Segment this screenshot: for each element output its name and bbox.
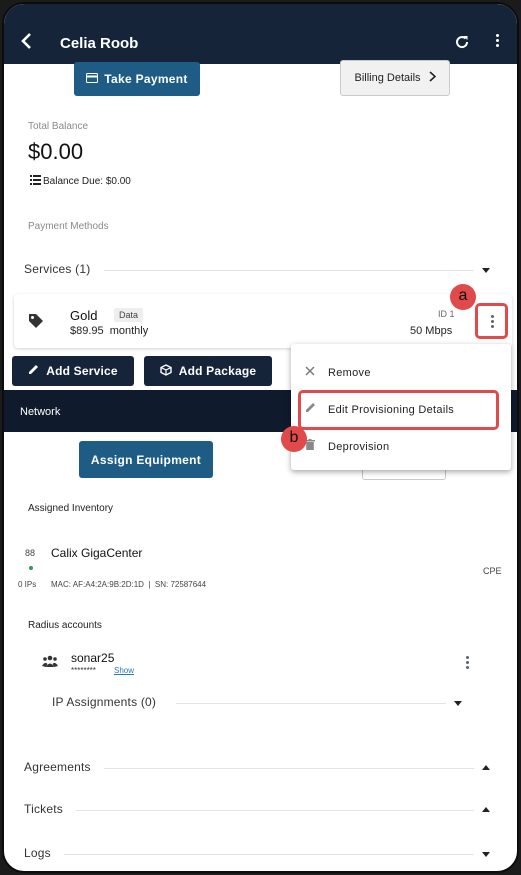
app-frame: Celia Roob Take Payment Billing Details …: [2, 2, 519, 873]
logs-title: Logs: [24, 846, 51, 860]
more-options-icon[interactable]: [496, 34, 499, 49]
billing-details-label: Billing Details: [354, 72, 421, 84]
agreements-toggle-icon[interactable]: [482, 765, 490, 770]
assign-equipment-button[interactable]: Assign Equipment: [79, 441, 213, 478]
agreements-section-header[interactable]: Agreements: [24, 758, 492, 778]
total-balance-value: $0.00: [28, 139, 84, 164]
annotation-badge-a: a: [450, 284, 476, 310]
service-period: monthly: [109, 325, 149, 337]
refresh-icon[interactable]: [454, 34, 470, 55]
close-icon: [305, 365, 315, 379]
radius-username: sonar25: [71, 651, 115, 665]
balance-due: Balance Due: $0.00: [30, 175, 131, 188]
total-balance-label: Total Balance: [28, 121, 89, 132]
logs-toggle-icon[interactable]: [482, 852, 490, 857]
network-title: Network: [20, 406, 61, 418]
inventory-details: MAC: AF:A4:2A:9B:2D:1D | SN: 72587644: [51, 580, 207, 589]
app-header: Celia Roob: [4, 4, 517, 64]
inventory-ips: 0 IPs: [18, 580, 37, 589]
assign-equipment-label: Assign Equipment: [90, 452, 202, 467]
services-section-header[interactable]: Services (1): [24, 260, 492, 280]
menu-item-label: Remove: [328, 367, 371, 379]
tickets-title: Tickets: [24, 802, 63, 816]
menu-item-remove[interactable]: Remove: [291, 358, 511, 388]
page-title: Celia Roob: [60, 35, 139, 52]
list-icon: [30, 175, 41, 188]
billing-details-button[interactable]: Billing Details: [340, 60, 450, 96]
pencil-icon: [28, 364, 39, 378]
payment-methods-label: Payment Methods: [28, 221, 109, 232]
credit-card-icon: [86, 72, 99, 86]
service-speed: 50 Mbps: [410, 325, 453, 337]
tickets-toggle-icon[interactable]: [482, 807, 490, 812]
annotation-highlight-a: [475, 303, 508, 339]
service-id: ID 1: [438, 309, 455, 319]
menu-item-label: Deprovision: [328, 441, 390, 453]
service-name: Gold: [70, 308, 98, 323]
take-payment-button[interactable]: Take Payment: [74, 62, 200, 96]
annotation-badge-b: b: [281, 426, 307, 452]
box-icon: [160, 363, 172, 379]
inventory-type: CPE: [483, 566, 502, 576]
ip-assignments-toggle-icon[interactable]: [454, 701, 462, 706]
take-payment-label: Take Payment: [104, 72, 188, 86]
back-arrow-icon[interactable]: [20, 32, 32, 54]
tickets-section-header[interactable]: Tickets: [24, 800, 492, 820]
ip-assignments-section-header[interactable]: IP Assignments (0): [52, 693, 472, 713]
add-service-button[interactable]: Add Service: [12, 356, 134, 386]
menu-item-deprovision[interactable]: Deprovision: [291, 432, 511, 462]
chevron-right-icon: [428, 71, 436, 85]
radius-accounts-title: Radius accounts: [28, 620, 102, 631]
users-group-icon: [42, 655, 58, 673]
service-tag: Data: [114, 308, 144, 322]
service-price-value: $89.95: [70, 325, 104, 337]
annotation-highlight-b: [298, 390, 499, 430]
add-service-label: Add Service: [46, 364, 118, 378]
services-title: Services (1): [24, 262, 91, 276]
radius-password: ********: [71, 666, 96, 675]
logs-section-header[interactable]: Logs: [24, 844, 492, 864]
add-package-button[interactable]: Add Package: [144, 356, 272, 386]
price-tag-icon: [28, 313, 44, 334]
ip-assignments-title: IP Assignments (0): [52, 695, 157, 709]
inventory-name[interactable]: Calix GigaCenter: [51, 546, 142, 560]
services-toggle-icon[interactable]: [482, 268, 490, 273]
service-price: $89.95 monthly: [70, 325, 148, 337]
service-card: Gold Data $89.95 monthly ID 1 50 Mbps: [14, 294, 512, 348]
agreements-title: Agreements: [24, 760, 91, 774]
assigned-inventory-title: Assigned Inventory: [28, 503, 114, 514]
add-package-label: Add Package: [178, 364, 257, 378]
inventory-number: 88: [25, 548, 36, 558]
status-dot-icon: [29, 566, 33, 570]
show-password-link[interactable]: Show: [114, 666, 134, 675]
balance-due-text: Balance Due: $0.00: [43, 176, 131, 187]
radius-more-options-icon[interactable]: [466, 656, 469, 671]
